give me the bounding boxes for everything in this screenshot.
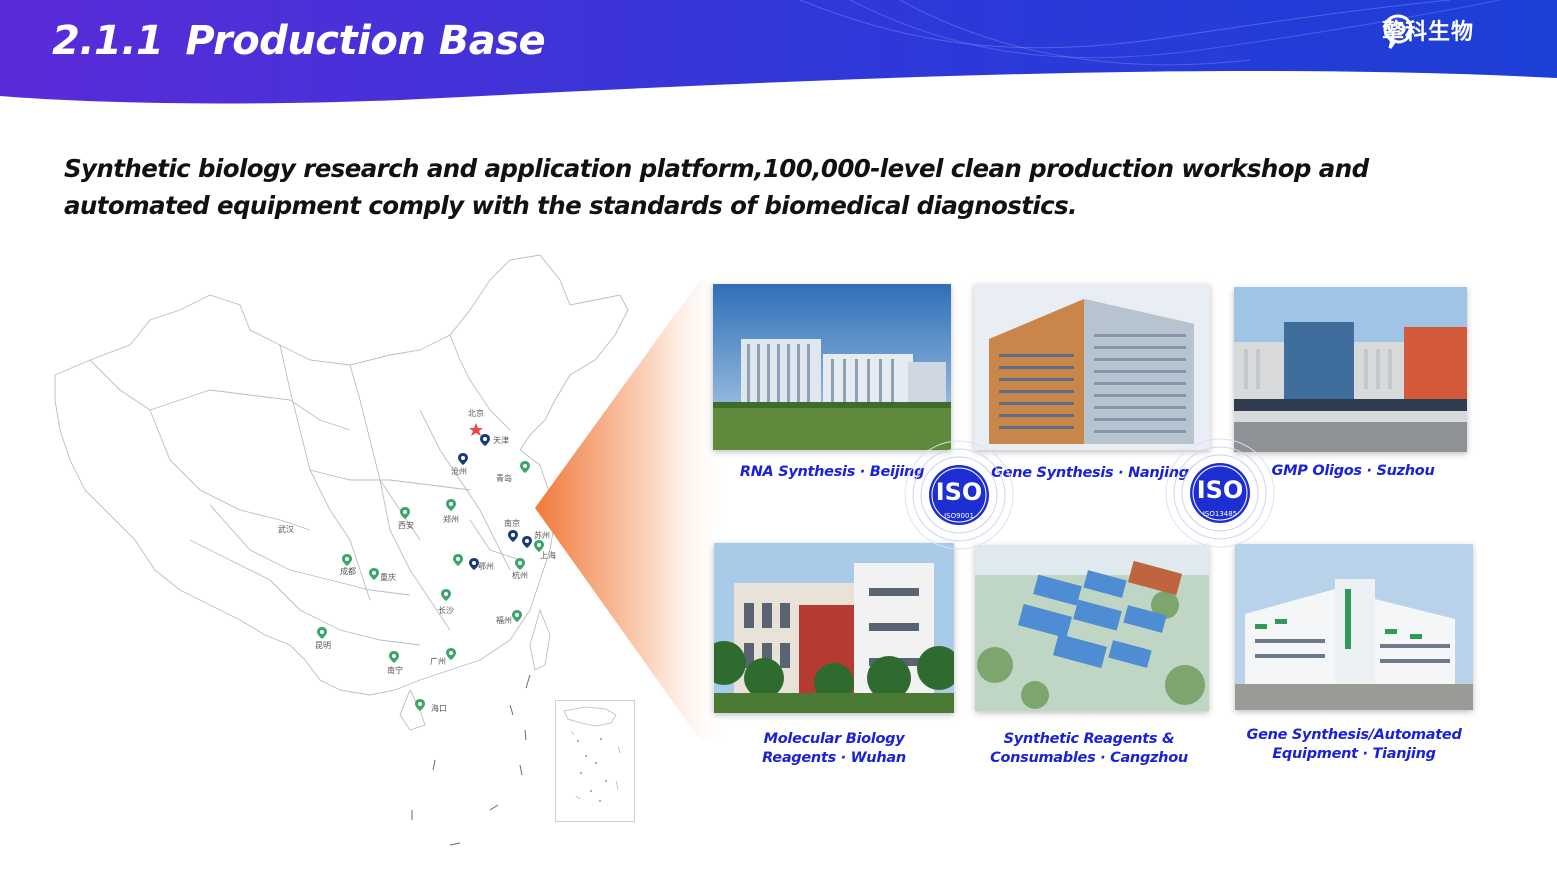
caption-tianjing: Gene Synthesis/Automated Equipment · Tia… xyxy=(1235,726,1473,764)
city-label: 重庆 xyxy=(380,573,396,582)
building-image xyxy=(714,543,954,713)
caption-wuhan: Molecular Biology Reagents · Wuhan xyxy=(714,730,954,768)
location-pin-icon xyxy=(400,507,410,519)
location-pin-icon xyxy=(453,554,463,566)
iso-mark: ISO xyxy=(1196,476,1244,504)
city-label: 武汉 xyxy=(278,525,294,534)
caption-line: Reagents · Wuhan xyxy=(762,750,906,766)
caption-line: Molecular Biology xyxy=(763,731,905,747)
iso9001-badge: ISO ISO9001 xyxy=(904,440,1014,550)
location-pin-icon xyxy=(508,530,518,542)
facility-photo-tianjing xyxy=(1235,544,1473,710)
city-label: 海口 xyxy=(431,704,447,713)
callout-wedge xyxy=(535,280,730,740)
subtitle-line-1: Synthetic biology research and applicati… xyxy=(64,154,1369,183)
facility-photo-nanjing xyxy=(974,284,1210,450)
company-logo: 擎科生物 xyxy=(1382,14,1474,49)
city-label: 长沙 xyxy=(438,606,454,615)
city-label: 青岛 xyxy=(496,474,512,483)
city-label: 天津 xyxy=(493,436,509,445)
caption-line: Gene Synthesis/Automated xyxy=(1246,727,1462,743)
subtitle: Synthetic biology research and applicati… xyxy=(64,150,1464,224)
caption-line: Consumables · Cangzhou xyxy=(990,750,1188,766)
city-label: 西安 xyxy=(398,521,414,530)
caption-line: Equipment · Tianjing xyxy=(1272,746,1436,762)
building-image xyxy=(974,284,1210,450)
location-pin-icon xyxy=(446,499,456,511)
building-image xyxy=(1234,287,1467,452)
city-label: 成都 xyxy=(340,567,356,576)
location-pin-icon xyxy=(515,558,525,570)
building-image xyxy=(975,545,1209,711)
logo-mark-icon xyxy=(1383,14,1413,49)
location-pin-icon xyxy=(369,568,379,580)
location-pin-icon xyxy=(317,627,327,639)
location-pin-icon xyxy=(389,651,399,663)
city-label: 南京 xyxy=(504,519,520,528)
location-pin-icon xyxy=(441,589,451,601)
iso13485-badge: ISO ISO13485 xyxy=(1165,438,1275,548)
building-image xyxy=(1235,544,1473,710)
city-label: 郑州 xyxy=(443,515,459,524)
caption-cangzhou: Synthetic Reagents & Consumables · Cangz… xyxy=(975,730,1203,768)
location-pin-icon xyxy=(480,434,490,446)
city-label: 昆明 xyxy=(315,641,331,650)
city-label: 沧州 xyxy=(451,467,467,476)
facility-photo-cangzhou xyxy=(975,545,1209,711)
section-number: 2.1.1 xyxy=(52,18,164,64)
location-pin-icon xyxy=(342,554,352,566)
header-banner: 2.1.1 Production Base 擎科生物 xyxy=(0,0,1557,110)
city-label: 杭州 xyxy=(512,571,528,580)
facility-photo-beijing xyxy=(713,284,951,450)
subtitle-line-2: automated equipment comply with the stan… xyxy=(64,191,1077,220)
location-pin-icon xyxy=(415,699,425,711)
page-title: 2.1.1 Production Base xyxy=(52,18,546,64)
city-label: 北京 xyxy=(468,409,484,418)
location-pin-icon xyxy=(520,461,530,473)
location-pin-icon xyxy=(458,453,468,465)
facility-photo-suzhou xyxy=(1234,287,1467,452)
caption-line: Synthetic Reagents & xyxy=(1003,731,1175,747)
location-pin-icon xyxy=(446,648,456,660)
title-text: Production Base xyxy=(185,18,546,64)
building-image xyxy=(713,284,951,450)
iso-mark: ISO xyxy=(935,478,983,506)
city-label: 南宁 xyxy=(387,666,403,675)
location-pin-icon xyxy=(512,610,522,622)
facility-photo-wuhan xyxy=(714,543,954,713)
city-label: 广州 xyxy=(430,657,446,666)
city-label: 鄂州 xyxy=(478,562,494,571)
city-label: 福州 xyxy=(496,616,512,625)
iso-standard: ISO9001 xyxy=(944,512,974,520)
iso-standard: ISO13485 xyxy=(1202,510,1238,518)
